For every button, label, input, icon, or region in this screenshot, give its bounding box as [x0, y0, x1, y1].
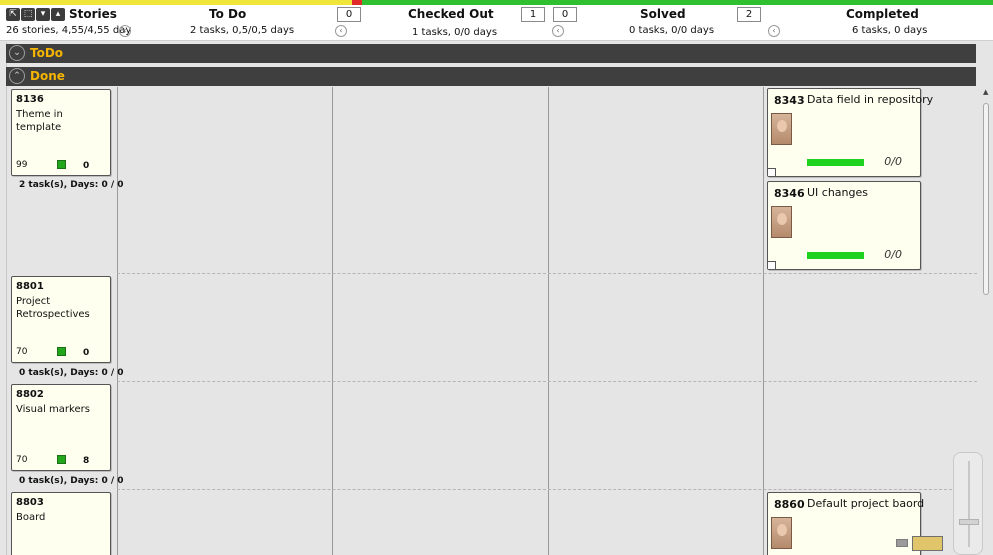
row-divider [117, 273, 977, 274]
collapse-lane-icon[interactable]: ⌃ [9, 68, 25, 84]
story-id: 8136 [16, 94, 44, 105]
collapse-column-arrow-icon[interactable]: ‹ [768, 25, 780, 37]
story-name: Visual markers [16, 404, 90, 415]
wip-limit-solved[interactable]: 2 [737, 7, 761, 22]
row-divider [117, 489, 977, 490]
zoom-track [968, 461, 970, 547]
task-time-ratio: 0/0 [884, 248, 902, 261]
page-fold-icon [768, 168, 776, 176]
story-card[interactable]: 8802 Visual markers 70 8 [11, 384, 111, 471]
task-id: 8860 [774, 498, 805, 511]
dropdown-icon[interactable]: ▾ [36, 8, 50, 21]
story-name: Board [16, 512, 46, 523]
column-divider [548, 87, 549, 555]
task-title: UI changes [807, 186, 869, 199]
story-summary: 2 task(s), Days: 0 / 0 [19, 180, 124, 190]
column-title-completed: Completed [846, 7, 919, 21]
story-task-count: 0 [83, 161, 90, 171]
story-task-count: 8 [83, 456, 90, 466]
collapse-column-arrow-icon[interactable]: ‹ [335, 25, 347, 37]
task-progress-bar [807, 159, 864, 166]
task-id: 8346 [774, 187, 805, 200]
scroll-up-arrow-icon[interactable]: ▲ [983, 88, 988, 96]
column-title-solved: Solved [640, 7, 686, 21]
story-summary: 0 task(s), Days: 0 / 0 [19, 368, 124, 378]
story-name: Theme in template [16, 109, 63, 133]
select-icon[interactable]: ⬚ [21, 8, 35, 21]
story-name: Project Retrospectives [16, 296, 90, 320]
task-id: 8343 [774, 94, 805, 107]
task-title: Default project baord [807, 497, 925, 510]
status-square-icon [57, 160, 66, 169]
cursor-icon[interactable]: ⇱ [6, 8, 20, 21]
task-progress-bar [807, 252, 864, 259]
page-fold-icon [768, 261, 776, 269]
column-title-checked-out: Checked Out [408, 7, 494, 21]
column-title-stories: Stories [69, 7, 117, 21]
row-divider [117, 381, 977, 382]
swimlane-label: ToDo [30, 46, 64, 60]
column-summary-solved: 0 tasks, 0/0 days [629, 25, 715, 36]
story-card[interactable]: 8801 Project Retrospectives 70 0 [11, 276, 111, 363]
story-task-count: 0 [83, 348, 90, 358]
toolbar: ⇱ ⬚ ▾ ▴ [6, 8, 65, 21]
story-id: 8802 [16, 389, 44, 400]
story-points: 99 [16, 160, 28, 170]
avatar [771, 517, 792, 549]
board-left-border [6, 42, 7, 555]
task-card[interactable]: 8343 Data field in repository 0/0 [767, 88, 933, 177]
collapse-icon[interactable]: ▴ [51, 8, 65, 21]
swimlane-header-todo[interactable]: ⌄ ToDo [6, 44, 976, 63]
wip-count-checked-out[interactable]: 1 [521, 7, 545, 22]
wip-limit-todo[interactable]: 0 [337, 7, 361, 22]
task-card[interactable]: 8346 UI changes 0/0 [767, 181, 921, 270]
avatar [771, 113, 792, 145]
large-card-view-icon[interactable] [912, 536, 943, 551]
column-divider [763, 87, 764, 555]
zoom-handle[interactable] [959, 519, 979, 525]
collapse-column-arrow-icon[interactable]: ‹ [119, 25, 131, 37]
avatar [771, 206, 792, 238]
small-card-view-icon[interactable] [896, 539, 908, 547]
story-summary: 0 task(s), Days: 0 / 0 [19, 476, 124, 486]
column-divider [332, 87, 333, 555]
column-summary-checked-out: 1 tasks, 0/0 days [412, 27, 498, 38]
expand-lane-icon[interactable]: ⌄ [9, 45, 25, 61]
scrollbar-thumb[interactable] [983, 103, 989, 295]
kanban-board: ⌄ ToDo ⌃ Done 8136 Theme in template 99 … [0, 42, 993, 555]
story-card[interactable]: 8136 Theme in template 99 0 [11, 89, 111, 176]
zoom-slider[interactable] [953, 452, 983, 555]
column-header: ⇱ ⬚ ▾ ▴ Stories 26 stories, 4,55/4,55 da… [0, 5, 993, 41]
story-id: 8803 [16, 497, 44, 508]
column-title-todo: To Do [209, 7, 247, 21]
story-card[interactable]: 8803 Board [11, 492, 111, 555]
wip-limit-checked-out[interactable]: 0 [553, 7, 577, 22]
task-time-ratio: 0/0 [884, 155, 902, 168]
swimlane-header-done[interactable]: ⌃ Done [6, 67, 976, 86]
swimlane-label: Done [30, 69, 65, 83]
story-points: 70 [16, 455, 28, 465]
status-square-icon [57, 455, 66, 464]
status-square-icon [57, 347, 66, 356]
column-summary-todo: 2 tasks, 0,5/0,5 days [190, 25, 295, 36]
story-points: 70 [16, 347, 28, 357]
collapse-column-arrow-icon[interactable]: ‹ [552, 25, 564, 37]
column-summary-stories: 26 stories, 4,55/4,55 day [6, 25, 132, 36]
task-title: Data field in repository [807, 93, 934, 106]
story-id: 8801 [16, 281, 44, 292]
column-summary-completed: 6 tasks, 0 days [852, 25, 928, 36]
